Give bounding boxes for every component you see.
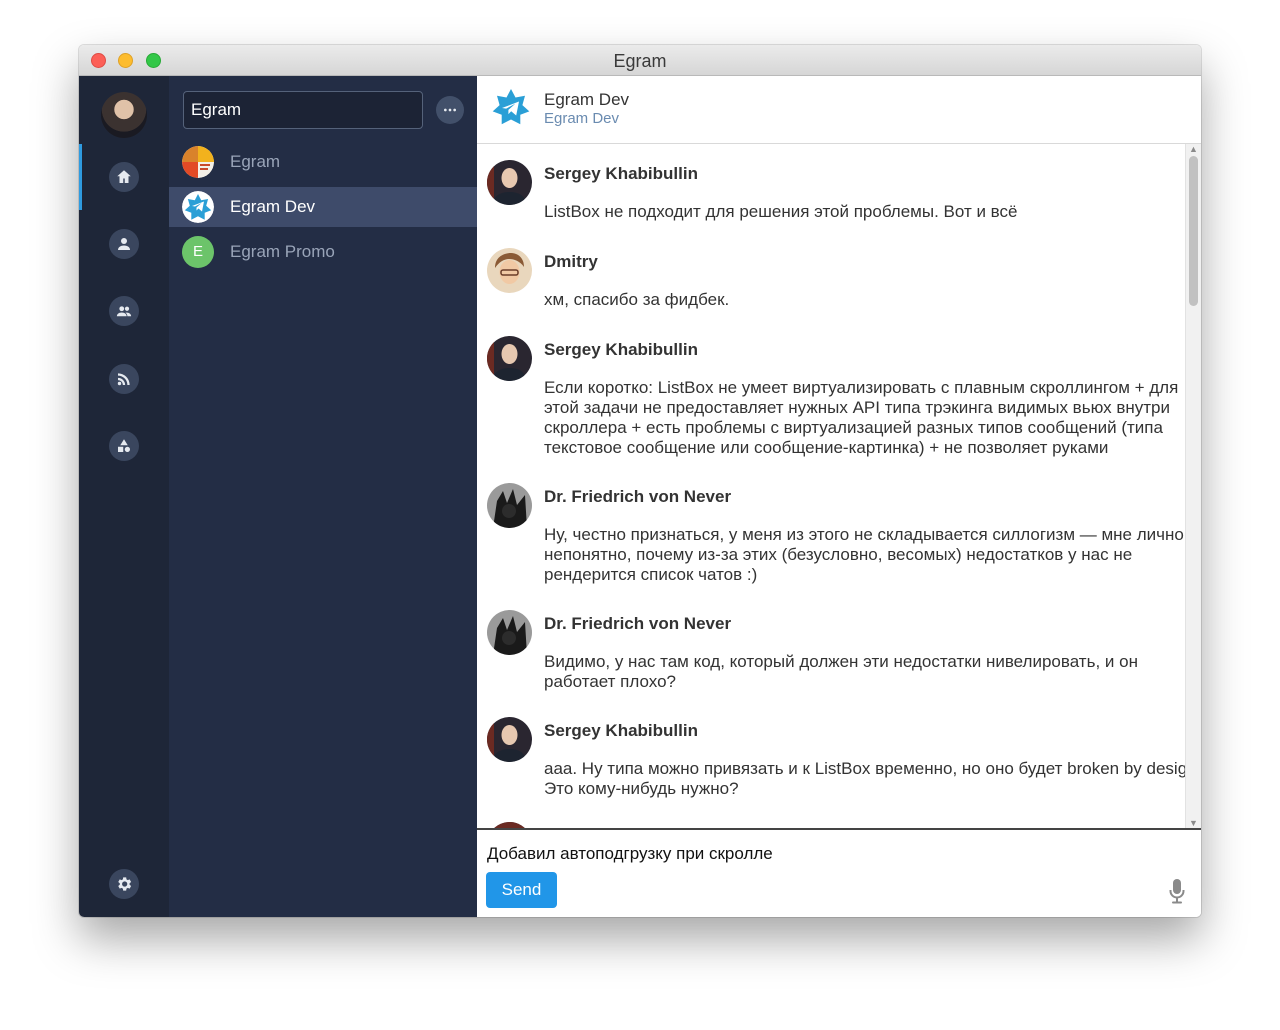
message-avatar[interactable]: [487, 336, 532, 381]
message-input[interactable]: [487, 842, 1177, 866]
chat-view: Egram Dev Egram Dev Sergey Khabibullin L…: [477, 76, 1201, 917]
scroll-thumb[interactable]: [1189, 156, 1198, 306]
more-options-button[interactable]: [436, 96, 464, 124]
message-text: Ну, честно признаться, у меня из этого н…: [544, 525, 1184, 584]
window-title: Egram: [613, 51, 667, 71]
send-button[interactable]: Send: [486, 872, 557, 908]
chat-list-panel: Egram Egram Dev E Egram Promo: [169, 76, 477, 917]
home-icon: [117, 170, 131, 183]
chat-subtitle: Egram Dev: [544, 110, 620, 127]
chat-avatar: [182, 191, 214, 223]
message-avatar[interactable]: [487, 248, 532, 293]
title-bar: Egram: [79, 45, 1201, 76]
scroll-down-arrow-icon[interactable]: ▼: [1186, 818, 1201, 828]
message-author: Dr. Friedrich von Never: [544, 487, 732, 506]
microphone-icon[interactable]: [1166, 878, 1188, 904]
chat-item-label: Egram Promo: [230, 242, 335, 261]
message-composer: Send: [477, 828, 1201, 917]
message-text: Если коротко: ListBox не умеет виртуализ…: [544, 378, 1179, 457]
message-avatar[interactable]: [487, 610, 532, 655]
chat-item-label: Egram Dev: [230, 197, 316, 216]
person-icon: [118, 238, 130, 250]
profile-avatar[interactable]: [101, 92, 147, 138]
nav-home-button[interactable]: [109, 162, 139, 192]
gear-icon: [118, 877, 132, 891]
message-author: Dmitry: [544, 252, 598, 271]
scroll-up-arrow-icon[interactable]: ▲: [1186, 144, 1201, 154]
message-author: Dr. Friedrich von Never: [544, 614, 732, 633]
nav-bots-button[interactable]: [109, 431, 139, 461]
message-author: Sergey Khabibullin: [544, 164, 698, 183]
chat-item-label: Egram: [230, 152, 281, 171]
search-input[interactable]: [183, 91, 423, 129]
chat-item-egram-promo[interactable]: E Egram Promo: [169, 232, 477, 272]
nav-rail: [79, 76, 169, 917]
shapes-icon: [118, 439, 130, 452]
message-author: Sergey Khabibullin: [544, 340, 698, 359]
nav-contacts-button[interactable]: [109, 229, 139, 259]
rss-icon: [117, 373, 130, 386]
chat-avatar: E: [182, 236, 214, 268]
message-avatar[interactable]: [487, 483, 532, 528]
chat-item-egram-dev[interactable]: Egram Dev: [169, 187, 477, 227]
chat-title: Egram Dev: [544, 90, 630, 109]
message-list[interactable]: Sergey Khabibullin ListBox не подходит д…: [477, 144, 1185, 828]
nav-channels-button[interactable]: [109, 364, 139, 394]
chat-avatar: [182, 146, 214, 178]
message-text: хм, спасибо за фидбек.: [544, 290, 730, 309]
message-text: ааа. Ну типа можно привязать и к ListBox…: [544, 759, 1185, 798]
message-avatar[interactable]: [487, 160, 532, 205]
message-text: ListBox не подходит для решения этой про…: [544, 202, 1018, 221]
message-avatar[interactable]: [487, 717, 532, 762]
nav-groups-button[interactable]: [109, 296, 139, 326]
message-author: Sergey Khabibullin: [544, 721, 698, 740]
more-horizontal-icon: [444, 108, 456, 112]
chat-header: Egram Dev Egram Dev: [477, 76, 1201, 144]
app-window: Egram Egram Egram Egram Dev E Egram Prom…: [79, 45, 1201, 917]
settings-button[interactable]: [109, 869, 139, 899]
nav-active-indicator: [79, 144, 82, 210]
message-text: Видимо, у нас там код, который должен эт…: [544, 652, 1138, 691]
group-icon: [116, 306, 132, 317]
message-scrollbar[interactable]: ▲ ▼: [1185, 144, 1201, 828]
chat-item-egram[interactable]: Egram: [169, 142, 477, 182]
chat-header-avatar[interactable]: [489, 87, 533, 131]
